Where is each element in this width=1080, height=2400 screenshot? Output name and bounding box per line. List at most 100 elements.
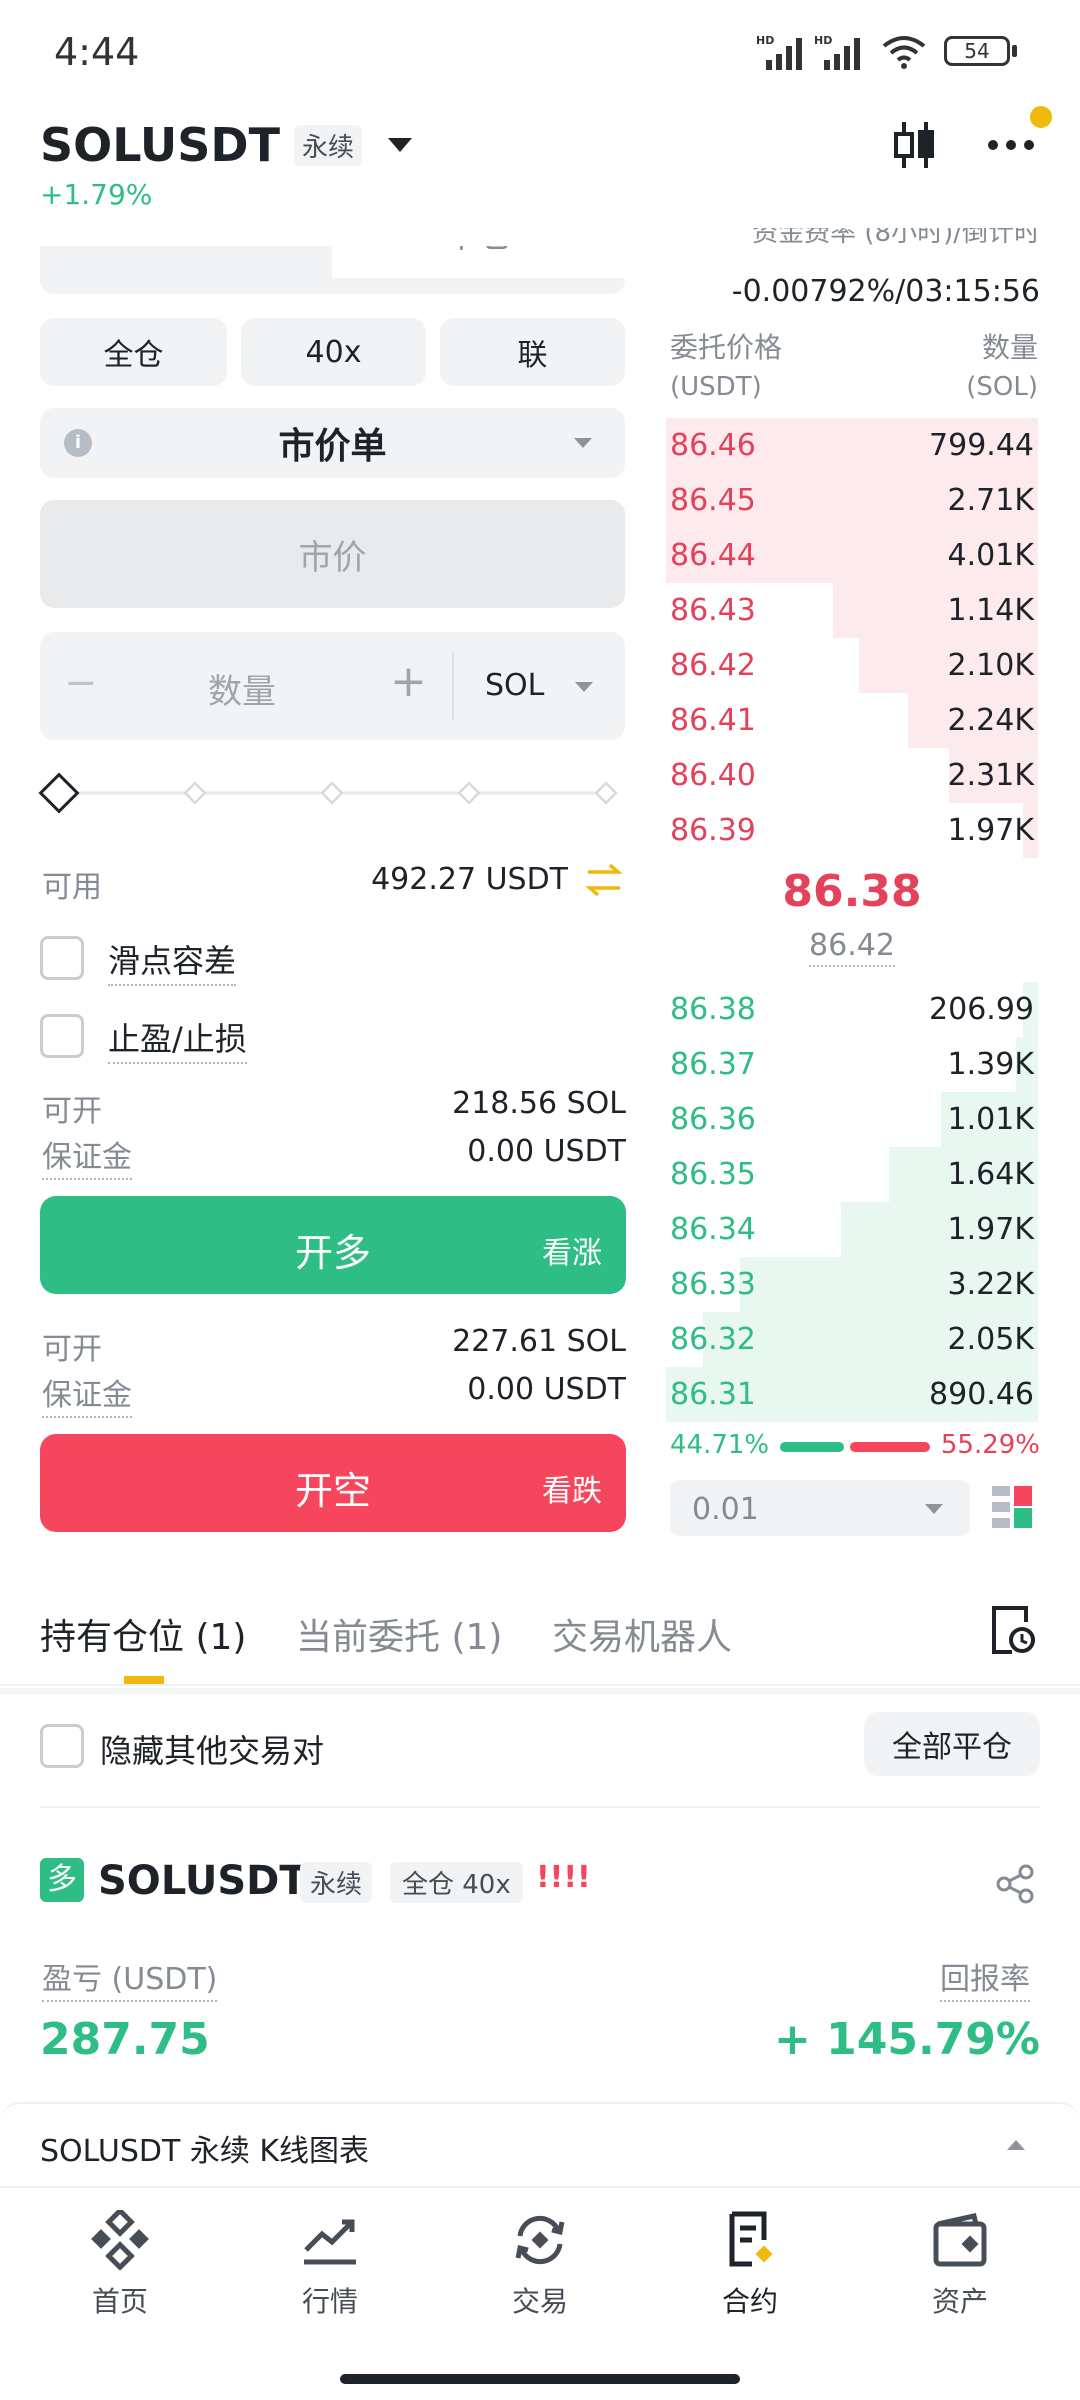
hide-other-pairs-checkbox[interactable] (40, 1724, 84, 1768)
long-max-value: 218.56 SOL (452, 1086, 626, 1121)
bid-price: 86.31 (670, 1377, 756, 1412)
bid-row[interactable]: 86.38 206.99 (666, 982, 1038, 1037)
margin-mode-button[interactable]: 全仓 (40, 318, 227, 386)
open-short-sublabel: 看跌 (542, 1474, 602, 1509)
nav-futures-label: 合约 (721, 2285, 778, 2318)
position-contract-tag: 永续 (300, 1862, 373, 1903)
share-icon[interactable] (996, 1864, 1036, 1904)
pnl-value: 287.75 (40, 2014, 210, 2065)
leverage-button[interactable]: 40x (241, 318, 426, 386)
ask-price: 86.41 (670, 703, 756, 738)
funding-rate-value: -0.00792%/03:15:56 (731, 274, 1040, 309)
ratio-bar-buy (780, 1442, 845, 1452)
trade-icon (515, 2215, 565, 2265)
tpsl-checkbox[interactable] (40, 1014, 84, 1058)
bid-row[interactable]: 86.34 1.97K (666, 1202, 1038, 1257)
candlestick-chart-icon[interactable] (892, 118, 938, 172)
nav-trade[interactable]: 交易 (470, 2210, 610, 2320)
svg-text:HD: HD (814, 34, 832, 47)
quantity-minus-button[interactable]: − (64, 660, 98, 706)
risk-indicator: !!!! (536, 1860, 591, 1895)
ask-price: 86.44 (670, 538, 756, 573)
open-long-label: 开多 (294, 1231, 371, 1275)
bid-row[interactable]: 86.31 890.46 (666, 1367, 1038, 1422)
ask-row[interactable]: 86.41 2.24K (666, 693, 1038, 748)
home-icon (91, 2210, 149, 2270)
ratio-bar (780, 1442, 930, 1452)
funding-rate-label: 资金费率 (8小时)/倒计时 (752, 228, 1040, 248)
transfer-icon[interactable] (584, 862, 624, 898)
ask-price: 86.42 (670, 648, 756, 683)
ask-row[interactable]: 86.42 2.10K (666, 638, 1038, 693)
mark-price[interactable]: 86.42 (666, 928, 1038, 967)
bid-row[interactable]: 86.32 2.05K (666, 1312, 1038, 1367)
info-icon[interactable]: i (64, 429, 92, 457)
tab-open-orders[interactable]: 当前委托 (1) (296, 1608, 502, 1660)
quantity-plus-button[interactable]: + (390, 656, 427, 707)
ask-row[interactable]: 86.44 4.01K (666, 528, 1038, 583)
dropdown-caret-icon (387, 138, 412, 152)
tpsl-label[interactable]: 止盈/止损 (108, 1014, 247, 1064)
bid-row[interactable]: 86.33 3.22K (666, 1257, 1038, 1312)
long-side-badge: 多 (40, 1858, 84, 1902)
quantity-input[interactable]: 数量 (208, 664, 276, 713)
nav-assets-label: 资产 (931, 2285, 988, 2318)
bottom-nav: 首页 行情 交易 合约 资产 (0, 2188, 1080, 2400)
qty-column-header: 数量 (981, 331, 1038, 364)
slippage-label[interactable]: 滑点容差 (108, 936, 237, 986)
bid-quantity: 2.05K (947, 1322, 1034, 1357)
futures-icon (729, 2211, 773, 2267)
quantity-unit-select[interactable]: SOL (485, 668, 544, 703)
bid-price: 86.32 (670, 1322, 756, 1357)
bid-row[interactable]: 86.36 1.01K (666, 1092, 1038, 1147)
open-long-button[interactable]: 开多 看涨 (40, 1196, 626, 1294)
hide-other-pairs-label: 隐藏其他交易对 (100, 1732, 325, 1770)
last-price[interactable]: 86.38 (666, 866, 1038, 917)
ask-quantity: 1.97K (947, 813, 1034, 848)
bid-row[interactable]: 86.37 1.39K (666, 1037, 1038, 1092)
active-tab-indicator (124, 1676, 164, 1684)
tab-positions[interactable]: 持有仓位 (1) (40, 1608, 246, 1660)
symbol-header[interactable]: SOLUSDT 永续 (40, 118, 414, 172)
slippage-checkbox[interactable] (40, 936, 84, 980)
nav-assets[interactable]: 资产 (890, 2210, 1030, 2320)
price-field-label: 市价 (298, 537, 367, 578)
short-margin-value: 0.00 USDT (467, 1372, 626, 1407)
ask-row[interactable]: 86.45 2.71K (666, 473, 1038, 528)
precision-select[interactable]: 0.01 (670, 1480, 970, 1536)
bid-price: 86.38 (670, 992, 756, 1027)
chevron-up-icon[interactable] (1006, 2138, 1026, 2152)
asset-mode-button[interactable]: 联 (440, 318, 625, 386)
status-bar: 4:44 HD HD 54 (0, 0, 1080, 100)
kline-chart-bar[interactable]: SOLUSDT 永续 K线图表 (0, 2102, 1080, 2186)
chevron-down-icon (574, 438, 592, 448)
order-type-select[interactable]: i 市价单 (40, 408, 625, 478)
order-history-icon[interactable] (990, 1604, 1036, 1656)
ask-row[interactable]: 86.39 1.97K (666, 803, 1038, 858)
open-short-button[interactable]: 开空 看跌 (40, 1434, 626, 1532)
nav-markets[interactable]: 行情 (260, 2210, 400, 2320)
orderbook-layout-icon[interactable] (990, 1484, 1034, 1530)
close-all-button[interactable]: 全部平仓 (864, 1712, 1040, 1776)
ask-quantity: 1.14K (947, 593, 1034, 628)
position-card[interactable]: 多 SOLUSDT 永续 全仓 40x !!!! 盈亏 (USDT) 回报率 2… (0, 1820, 1080, 2100)
ask-row[interactable]: 86.43 1.14K (666, 583, 1038, 638)
more-icon[interactable] (986, 138, 1036, 152)
bid-row[interactable]: 86.35 1.64K (666, 1147, 1038, 1202)
svg-text:HD: HD (756, 34, 774, 47)
home-indicator[interactable] (340, 2374, 740, 2384)
ask-row[interactable]: 86.46 799.44 (666, 418, 1038, 473)
position-symbol: SOLUSDT (98, 1858, 307, 1904)
sell-ratio: 55.29% (940, 1430, 1040, 1460)
amount-slider[interactable] (38, 772, 628, 814)
short-margin-label: 保证金 (42, 1370, 132, 1418)
short-max-label: 可开 (42, 1332, 102, 1367)
bid-price: 86.35 (670, 1157, 756, 1192)
tab-trading-bots[interactable]: 交易机器人 (552, 1608, 732, 1660)
quantity-field[interactable]: − 数量 + SOL (40, 632, 625, 740)
pnl-label: 盈亏 (USDT) (42, 1954, 218, 2002)
price-field: 市价 (40, 500, 625, 608)
nav-futures[interactable]: 合约 (680, 2210, 820, 2320)
nav-home[interactable]: 首页 (50, 2210, 190, 2320)
ask-row[interactable]: 86.40 2.31K (666, 748, 1038, 803)
